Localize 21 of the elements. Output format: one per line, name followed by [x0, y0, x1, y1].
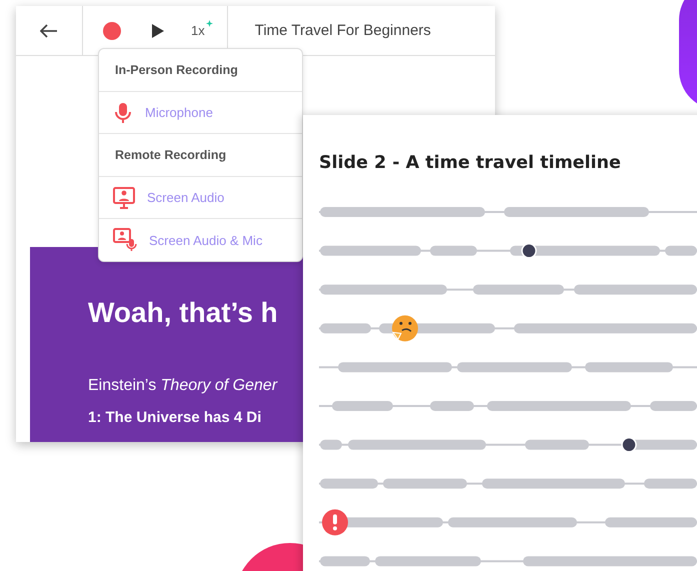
slide-heading: Woah, that’s h: [88, 297, 278, 329]
menu-item[interactable]: Microphone: [99, 92, 302, 134]
alert-icon: [322, 509, 348, 536]
speed-button[interactable]: 1x: [191, 23, 213, 38]
marker-dot-icon: [621, 437, 637, 453]
play-icon: [152, 24, 164, 38]
document-title: Time Travel For Beginners: [254, 22, 431, 39]
panel-title: Slide 2 - A time travel timeline: [319, 153, 621, 173]
marker-dot-icon: [521, 243, 537, 259]
slide-paragraph: Einstein’s Theory of Gener: [88, 377, 279, 395]
monitor-person-icon: [113, 186, 135, 208]
sparkle-icon: [206, 20, 213, 27]
microphone-icon: [113, 102, 133, 124]
monitor-microphone-icon: [113, 228, 137, 252]
menu-item[interactable]: Screen Audio: [99, 177, 302, 219]
thinking-face-icon: [392, 315, 418, 342]
play-button[interactable]: [152, 24, 164, 38]
menu-item[interactable]: Screen Audio & Mic: [99, 219, 302, 261]
back-arrow-icon: [40, 24, 58, 38]
record-button[interactable]: [103, 22, 121, 40]
slide-point: 1: The Universe has 4 Di: [88, 409, 262, 426]
